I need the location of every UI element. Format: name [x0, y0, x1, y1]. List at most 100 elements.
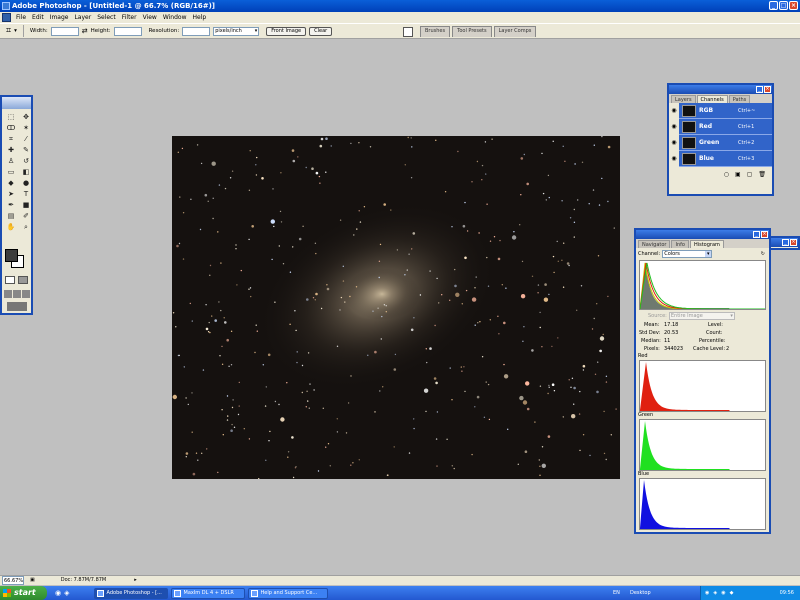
- notes-tool-icon[interactable]: ▤: [5, 211, 17, 221]
- quick-mask-standard-icon[interactable]: [5, 276, 15, 284]
- well-tab-brushes[interactable]: Brushes: [420, 26, 451, 37]
- width-input[interactable]: [50, 26, 79, 36]
- height-input[interactable]: [113, 26, 142, 36]
- quicklaunch-icon[interactable]: ◉: [55, 589, 61, 597]
- menu-edit[interactable]: Edit: [29, 12, 47, 23]
- tool-preset-dropdown-icon[interactable]: ▾: [14, 28, 17, 34]
- quicklaunch-icon[interactable]: ◈: [64, 589, 69, 597]
- visibility-eye-icon[interactable]: ◉: [669, 102, 679, 119]
- panel-minimize-button[interactable]: _: [782, 239, 789, 246]
- panel-close-button[interactable]: ×: [790, 239, 797, 246]
- taskbar-button-photoshop[interactable]: Adobe Photoshop - [...: [93, 587, 168, 599]
- close-button[interactable]: ×: [789, 1, 798, 10]
- panel-close-button[interactable]: ×: [764, 86, 771, 93]
- menu-window[interactable]: Window: [160, 12, 190, 23]
- eraser-tool-icon[interactable]: ▭: [5, 167, 17, 177]
- quick-mask-icon[interactable]: [18, 276, 28, 284]
- document-canvas[interactable]: [172, 136, 620, 479]
- panel-minimize-button[interactable]: _: [753, 231, 760, 238]
- channel-select[interactable]: Colors ▾: [662, 249, 713, 258]
- taskbar-button-maxim[interactable]: MaxIm DL 4 + DSLR: [170, 587, 245, 599]
- star: [209, 274, 211, 276]
- tab-info[interactable]: Info: [671, 240, 689, 248]
- lasso-tool-icon[interactable]: ↀ: [5, 123, 17, 133]
- path-selection-tool-icon[interactable]: ➤: [5, 189, 17, 199]
- tray-icon[interactable]: ◉: [705, 590, 709, 596]
- menu-help[interactable]: Help: [190, 12, 210, 23]
- tray-icon[interactable]: ◈: [713, 590, 717, 596]
- shape-tool-icon[interactable]: ■: [20, 200, 32, 210]
- tray-icon[interactable]: ◉: [721, 590, 725, 596]
- menu-view[interactable]: View: [140, 12, 160, 23]
- history-brush-tool-icon[interactable]: ↺: [20, 156, 32, 166]
- tab-channels[interactable]: Channels: [696, 95, 728, 103]
- save-selection-icon[interactable]: ▣: [735, 171, 741, 178]
- status-menu-arrow-icon[interactable]: ▸: [134, 576, 137, 585]
- panel-minimize-button[interactable]: _: [756, 86, 763, 93]
- histogram-panel-header[interactable]: _ ×: [636, 230, 769, 239]
- taskbar-button-help[interactable]: Help and Support Ce...: [247, 587, 328, 599]
- magic-wand-tool-icon[interactable]: ✶: [20, 123, 32, 133]
- document-icon[interactable]: [2, 13, 11, 22]
- channel-row-rgb[interactable]: ◉ RGB Ctrl+~: [669, 102, 772, 119]
- move-tool-icon[interactable]: ✥: [20, 112, 32, 122]
- resolution-unit-select[interactable]: pixels/inch ▾: [213, 26, 260, 36]
- visibility-eye-icon[interactable]: ◉: [669, 150, 679, 167]
- crop-tool-icon[interactable]: ⌗: [6, 26, 11, 36]
- eyedropper-tool-icon[interactable]: ✐: [20, 211, 32, 221]
- menu-image[interactable]: Image: [47, 12, 72, 23]
- new-channel-icon[interactable]: ▢: [747, 171, 753, 178]
- tray-icon[interactable]: ◆: [730, 590, 734, 596]
- tab-histogram[interactable]: Histogram: [689, 240, 724, 248]
- menu-filter[interactable]: Filter: [119, 12, 140, 23]
- blur-tool-icon[interactable]: ◆: [5, 178, 17, 188]
- resolution-input[interactable]: [182, 26, 211, 36]
- refresh-icon[interactable]: ↻: [761, 251, 765, 257]
- brush-tool-icon[interactable]: ✎: [20, 145, 32, 155]
- desktop-toolbar[interactable]: Desktop: [630, 590, 651, 596]
- type-tool-icon[interactable]: T: [20, 189, 32, 199]
- well-tab-tool-presets[interactable]: Tool Presets: [452, 26, 492, 37]
- swap-icon[interactable]: ⇄: [82, 27, 88, 35]
- clear-button[interactable]: Clear: [309, 26, 333, 36]
- well-tab-layer-comps[interactable]: Layer Comps: [493, 26, 537, 37]
- clone-stamp-tool-icon[interactable]: ♙: [5, 156, 17, 166]
- trash-icon[interactable]: 🗑: [758, 171, 766, 178]
- zoom-tool-icon[interactable]: ⌕: [20, 222, 32, 232]
- menu-file[interactable]: File: [13, 12, 29, 23]
- visibility-eye-icon[interactable]: ◉: [669, 134, 679, 151]
- foreground-color-swatch[interactable]: [5, 249, 18, 262]
- load-selection-icon[interactable]: ○: [724, 171, 729, 178]
- toolbox-header[interactable]: [2, 97, 31, 109]
- dodge-tool-icon[interactable]: ●: [20, 178, 32, 188]
- tab-paths[interactable]: Paths: [728, 95, 751, 103]
- channel-row-green[interactable]: ◉ Green Ctrl+2: [669, 134, 772, 151]
- channel-row-blue[interactable]: ◉ Blue Ctrl+3: [669, 150, 772, 167]
- menu-layer[interactable]: Layer: [71, 12, 94, 23]
- gradient-tool-icon[interactable]: ◧: [20, 167, 32, 177]
- minimize-button[interactable]: _: [769, 1, 778, 10]
- panel-close-button[interactable]: ×: [761, 231, 768, 238]
- jump-to-imageready-icon[interactable]: [7, 302, 27, 311]
- marquee-tool-icon[interactable]: ⬚: [5, 112, 17, 122]
- collapsed-palette-header[interactable]: _ ×: [769, 238, 798, 247]
- maximize-button[interactable]: □: [779, 1, 788, 10]
- slice-tool-icon[interactable]: ⁄: [20, 134, 32, 144]
- tab-navigator[interactable]: Navigator: [638, 240, 671, 248]
- pen-tool-icon[interactable]: ✒: [5, 200, 17, 210]
- channel-row-red[interactable]: ◉ Red Ctrl+1: [669, 118, 772, 135]
- healing-brush-tool-icon[interactable]: ✚: [5, 145, 17, 155]
- palette-well-icon[interactable]: [403, 27, 413, 37]
- hand-tool-icon[interactable]: ✋: [5, 222, 17, 232]
- menu-select[interactable]: Select: [94, 12, 119, 23]
- zoom-field[interactable]: 66.67%: [2, 576, 24, 585]
- status-icon[interactable]: ▣: [30, 576, 35, 585]
- channels-panel-header[interactable]: _ ×: [669, 85, 772, 94]
- screen-mode-icon[interactable]: [4, 290, 30, 298]
- language-indicator[interactable]: EN: [613, 590, 620, 596]
- start-button[interactable]: start: [0, 586, 47, 600]
- visibility-eye-icon[interactable]: ◉: [669, 118, 679, 135]
- front-image-button[interactable]: Front Image: [266, 26, 307, 36]
- crop-tool-icon[interactable]: ⌗: [5, 134, 17, 144]
- source-select[interactable]: Entire Image ▾: [668, 312, 735, 320]
